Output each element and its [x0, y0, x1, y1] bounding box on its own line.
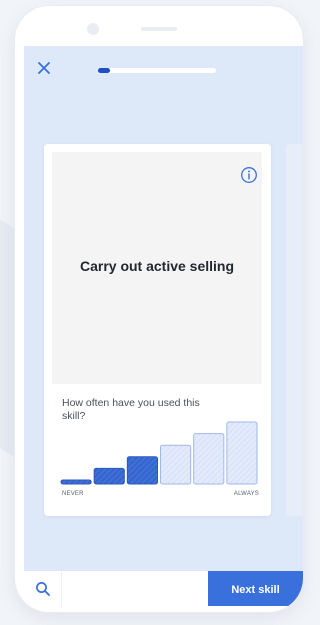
scale-bar-level-5[interactable]: [193, 433, 225, 485]
scale-bar-level-2[interactable]: [93, 467, 125, 485]
info-button[interactable]: [240, 166, 258, 184]
phone-frame: Carry out active selling How often have …: [15, 6, 303, 612]
skill-title: Carry out active selling: [79, 258, 235, 274]
scale-bar-level-1[interactable]: [60, 479, 92, 485]
search-icon: [36, 582, 50, 596]
scale-bar-level-6[interactable]: [226, 421, 258, 485]
scale-bar-level-3[interactable]: [126, 456, 159, 485]
next-skill-button[interactable]: Next skill: [208, 571, 303, 606]
frequency-scale-bars: [60, 421, 258, 485]
speaker-slot: [141, 27, 177, 31]
skill-card: Carry out active selling How often have …: [44, 144, 271, 516]
scale-max-label: ALWAYS: [233, 491, 259, 497]
search-button[interactable]: [35, 581, 51, 597]
app-screen: Carry out active selling How often have …: [24, 46, 303, 606]
progress-bar: [98, 68, 216, 73]
search-divider: [61, 571, 62, 606]
progress-fill: [98, 68, 110, 73]
close-button[interactable]: [36, 60, 52, 76]
frequency-scale: [60, 414, 258, 485]
card-header-area: Carry out active selling: [52, 152, 262, 384]
close-icon: [38, 62, 50, 74]
scale-bar-level-4[interactable]: [160, 444, 192, 485]
scale-min-label: NEVER: [62, 491, 84, 497]
next-card-peek: [286, 144, 303, 516]
bottom-bar: Next skill: [24, 570, 303, 606]
info-icon: [241, 167, 257, 183]
camera-dot: [87, 23, 99, 35]
